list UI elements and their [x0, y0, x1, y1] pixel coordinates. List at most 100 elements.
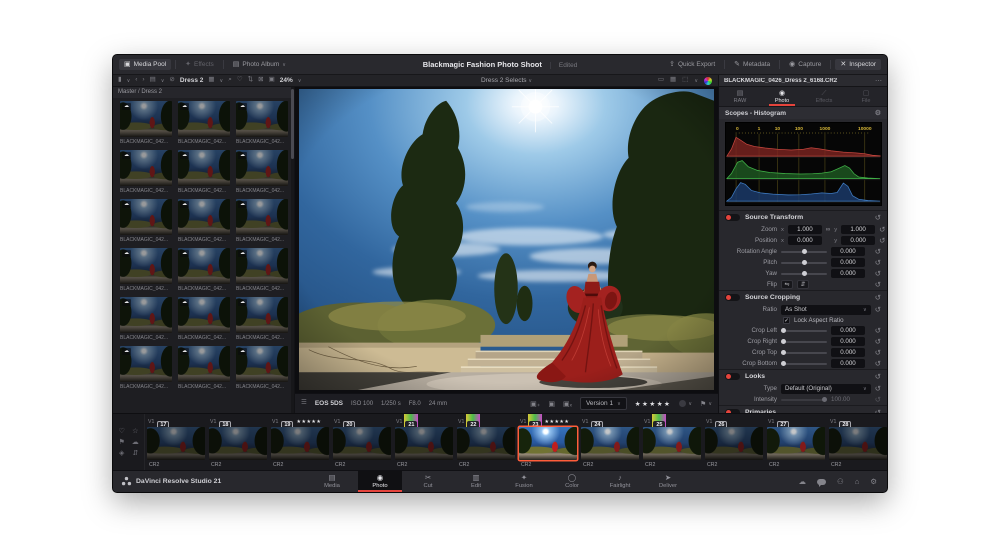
reset-icon[interactable]: ↺	[875, 214, 881, 222]
reset-icon[interactable]: ↺	[875, 294, 881, 302]
sidebar-thumbnail[interactable]: ☁BLACKMAGIC_042...	[118, 346, 174, 393]
value-field[interactable]: 0.000	[831, 258, 865, 267]
tab-file[interactable]: ▢File	[849, 87, 883, 106]
favorite-filter-icon[interactable]: ♡	[119, 428, 125, 435]
flag-color-dropdown[interactable]: ∨	[679, 400, 692, 407]
sidebar-thumbnail[interactable]: ☁BLACKMAGIC_042...	[176, 297, 232, 344]
clip-thumbnail[interactable]	[767, 427, 825, 460]
lock-aspect-checkbox[interactable]: ✓	[783, 317, 790, 324]
grid-view-icon[interactable]: ▦	[208, 77, 214, 84]
cloud-filter-icon[interactable]: ☁	[132, 439, 139, 446]
grid-view-icon[interactable]: ▦	[670, 77, 676, 84]
clip-thumbnail[interactable]	[829, 427, 887, 460]
reset-icon[interactable]: ↺	[879, 236, 885, 245]
back-icon[interactable]: ‹	[135, 77, 137, 84]
collaboration-icon[interactable]: ⚇	[837, 478, 844, 486]
chevron-down-icon[interactable]: ∨	[694, 78, 698, 84]
sidebar-thumbnail[interactable]: ☁BLACKMAGIC_042...	[118, 297, 174, 344]
value-field[interactable]: 0.000	[831, 326, 865, 335]
filmstrip-item-21[interactable]: V121CR2	[394, 416, 454, 470]
filmstrip-item-26[interactable]: V126CR2	[704, 416, 764, 470]
rotation-angle-slider[interactable]	[781, 251, 827, 253]
filmstrip-item-27[interactable]: V127CR2	[766, 416, 826, 470]
clip-thumbnail[interactable]	[209, 427, 267, 460]
slider-handle[interactable]	[781, 361, 786, 366]
zoom-y-field[interactable]: 1.000	[841, 225, 875, 234]
zoom-level-dropdown[interactable]: 24%	[280, 77, 293, 84]
filmstrip-item-20[interactable]: V120CR2	[332, 416, 392, 470]
chevron-down-icon[interactable]: ∨	[127, 78, 131, 84]
reset-icon[interactable]: ↺	[875, 280, 881, 289]
filmstrip-item-25[interactable]: V125CR2	[642, 416, 702, 470]
reset-icon[interactable]: ↺	[875, 258, 881, 267]
source-cropping-header[interactable]: Source Cropping ↺	[719, 291, 887, 304]
rating-stars[interactable]: ★★★★★	[635, 400, 672, 408]
sidebar-thumbnail[interactable]: ☁BLACKMAGIC_042...	[234, 150, 290, 197]
color-wheel-icon[interactable]	[704, 77, 712, 85]
sidebar-thumbnail[interactable]: ☁BLACKMAGIC_042...	[234, 346, 290, 393]
reset-icon[interactable]: ↺	[875, 247, 881, 256]
sidebar-thumbnail[interactable]: ☁BLACKMAGIC_042...	[176, 199, 232, 246]
zoom-x-field[interactable]: 1.000	[788, 225, 822, 234]
reset-icon[interactable]: ↺	[875, 395, 881, 404]
add-still-icon[interactable]: ▣₊	[530, 400, 540, 408]
link-icon[interactable]: ∞	[826, 227, 830, 233]
crop-top-slider[interactable]	[781, 352, 827, 354]
quick-export-button[interactable]: ⇪ Quick Export	[664, 59, 720, 70]
fit-view-icon[interactable]: ⬚	[682, 77, 688, 84]
page-tab-deliver[interactable]: ➤Deliver	[646, 471, 690, 492]
sidebar-thumbnail[interactable]: ☁BLACKMAGIC_042...	[176, 101, 232, 148]
chevron-down-icon[interactable]: ∨	[161, 78, 165, 84]
adjustments-icon[interactable]: ☰	[301, 400, 307, 407]
enable-toggle[interactable]	[725, 373, 740, 380]
sidebar-thumbnail[interactable]: ☁BLACKMAGIC_042...	[234, 199, 290, 246]
album-name-label[interactable]: Dress 2	[180, 77, 204, 84]
filmstrip-item-28[interactable]: V128CR2	[828, 416, 887, 470]
page-tab-photo[interactable]: ◉Photo	[358, 471, 402, 492]
pitch-slider[interactable]	[781, 262, 827, 264]
sidebar-thumbnail[interactable]: ☁BLACKMAGIC_042...	[176, 248, 232, 295]
clip-thumbnail[interactable]	[395, 427, 453, 460]
grab-still-icon[interactable]: ▣	[548, 400, 555, 408]
slider-handle[interactable]	[802, 249, 807, 254]
viewer-stage[interactable]	[295, 87, 718, 393]
position-x-field[interactable]: 0.000	[788, 236, 822, 245]
yaw-slider[interactable]	[781, 273, 827, 275]
sidebar-thumbnail[interactable]: ☁BLACKMAGIC_042...	[118, 150, 174, 197]
intensity-slider[interactable]	[781, 399, 827, 401]
clip-thumbnail[interactable]	[457, 427, 515, 460]
forward-icon[interactable]: ›	[142, 77, 144, 84]
page-tab-fairlight[interactable]: ♪Fairlight	[598, 471, 642, 492]
value-field[interactable]: 0.000	[831, 348, 865, 357]
filmstrip-item-19[interactable]: V119★★★★★CR2	[270, 416, 330, 470]
sidebar-scrollbar[interactable]	[291, 87, 294, 413]
chat-icon[interactable]	[817, 479, 826, 485]
metadata-button[interactable]: ✎ Metadata	[729, 59, 775, 70]
tab-photo[interactable]: ◉Photo	[765, 87, 799, 106]
sidebar-thumbnail[interactable]: ☁BLACKMAGIC_042...	[176, 346, 232, 393]
clip-thumbnail[interactable]	[271, 427, 329, 460]
sort-filter-icon[interactable]: ⇵	[132, 450, 138, 457]
reset-icon[interactable]: ↺	[875, 337, 881, 346]
image-overlay-icon[interactable]: ▣	[269, 77, 275, 84]
filmstrip-item-24[interactable]: V124CR2	[580, 416, 640, 470]
photo-album-button[interactable]: ▤ Photo Album ∨	[228, 59, 291, 70]
position-y-field[interactable]: 0.000	[841, 236, 875, 245]
tag-filter-icon[interactable]: ◈	[119, 450, 124, 457]
crop-bottom-slider[interactable]	[781, 363, 827, 365]
look-type-dropdown[interactable]: Default (Original) ∨	[781, 384, 871, 394]
filmstrip-item-23[interactable]: V123★★★★★CR2	[518, 416, 578, 470]
remove-still-icon[interactable]: ▣ₓ	[563, 400, 572, 408]
effects-button[interactable]: ✦ Effects	[180, 59, 219, 70]
enable-toggle[interactable]	[725, 294, 740, 301]
sidebar-thumbnail[interactable]: ☁BLACKMAGIC_042...	[234, 248, 290, 295]
settings-gear-icon[interactable]: ⚙	[870, 478, 877, 486]
clip-thumbnail[interactable]	[519, 427, 577, 460]
value-field[interactable]: 0.000	[831, 269, 865, 278]
clip-thumbnail[interactable]	[333, 427, 391, 460]
value-field[interactable]: 0.000	[831, 359, 865, 368]
filmstrip-item-17[interactable]: V117CR2	[146, 416, 206, 470]
home-icon[interactable]: ⌂	[855, 478, 860, 486]
clip-thumbnail[interactable]	[147, 427, 205, 460]
looks-header[interactable]: Looks ↺	[719, 370, 887, 383]
